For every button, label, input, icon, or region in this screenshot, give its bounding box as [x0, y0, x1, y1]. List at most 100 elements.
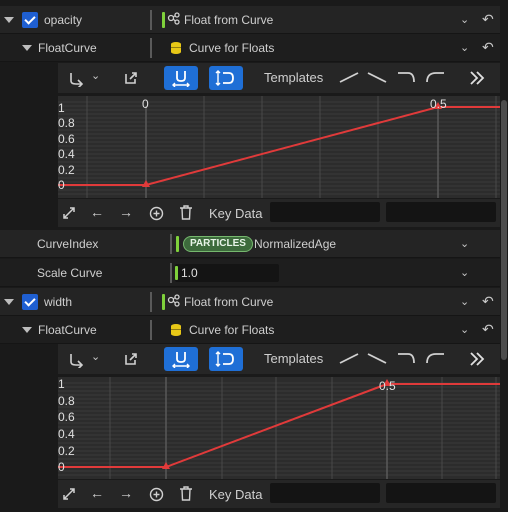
expand-triangle-icon[interactable]: [4, 17, 14, 23]
param-row-width: width Float from Curve ⌄ ↶: [0, 288, 500, 316]
expand-triangle-icon[interactable]: [22, 45, 32, 51]
curve-graph-canvas[interactable]: [58, 377, 500, 479]
y-axis-label: 0.8: [58, 394, 75, 408]
next-key-icon[interactable]: →: [119, 485, 133, 501]
column-divider: [150, 10, 152, 30]
double-chevron-right-icon[interactable]: [468, 69, 486, 87]
scale-curve-value[interactable]: 1.0: [181, 266, 198, 280]
chevron-down-icon[interactable]: ⌄: [91, 350, 100, 363]
template-ease-out-icon[interactable]: [424, 350, 446, 366]
curve-graph-opacity[interactable]: 1 0.8 0.6 0.4 0.2 0 0 0.5: [58, 96, 500, 198]
y-axis-label: 0.4: [58, 147, 75, 161]
param-name: width: [44, 295, 73, 309]
y-axis-label: 0.2: [58, 163, 75, 177]
open-external-icon[interactable]: [124, 352, 138, 366]
y-axis-label: 0.6: [58, 132, 75, 146]
reset-arrow-icon[interactable]: ↶: [482, 39, 494, 56]
curve-index-row: CurveIndex PARTICLES NormalizedAge ⌄: [0, 230, 500, 258]
reset-arrow-icon[interactable]: ↶: [482, 321, 494, 338]
add-key-icon[interactable]: [149, 206, 164, 221]
x-axis-label: 0.5: [430, 97, 447, 111]
fit-horizontal-button[interactable]: [164, 347, 198, 371]
zoom-to-fit-icon[interactable]: [62, 206, 76, 220]
chevron-down-icon[interactable]: ⌄: [460, 237, 469, 250]
chevron-down-icon[interactable]: ⌄: [460, 266, 469, 279]
template-linear-down-icon[interactable]: [366, 350, 388, 366]
scrollbar-thumb[interactable]: [501, 100, 507, 360]
module-label[interactable]: Float from Curve: [184, 295, 273, 309]
fit-horizontal-button[interactable]: [164, 66, 198, 90]
param-name: opacity: [44, 13, 83, 27]
database-icon: [171, 42, 181, 54]
fit-vertical-button[interactable]: [209, 347, 243, 371]
x-axis-label: 0.5: [379, 379, 396, 393]
template-ease-in-icon[interactable]: [396, 69, 418, 85]
key-data-bar: ← → Key Data: [58, 480, 500, 508]
module-color-bar: [162, 294, 165, 310]
fit-vertical-button[interactable]: [209, 66, 243, 90]
y-axis-label: 0: [58, 460, 65, 474]
template-ease-out-icon[interactable]: [424, 69, 446, 85]
y-axis-label: 1: [58, 377, 65, 391]
y-axis-label: 0.6: [58, 410, 75, 424]
y-axis-label: 0: [58, 178, 65, 192]
scale-curve-field[interactable]: 1.0: [175, 264, 279, 282]
chevron-down-icon[interactable]: ⌄: [91, 69, 100, 82]
curve-asset-value[interactable]: Curve for Floats: [189, 41, 274, 55]
chevron-down-icon[interactable]: ⌄: [460, 295, 469, 308]
previous-key-icon[interactable]: ←: [90, 485, 104, 501]
add-key-icon[interactable]: [149, 487, 164, 502]
reset-arrow-icon[interactable]: ↶: [482, 293, 494, 310]
database-icon: [171, 324, 181, 336]
y-axis-label: 1: [58, 101, 65, 115]
curve-graph-width[interactable]: 1 0.8 0.6 0.4 0.2 0 0.5: [58, 377, 500, 479]
y-axis-label: 0.2: [58, 444, 75, 458]
curve-index-label: CurveIndex: [37, 237, 99, 251]
zoom-to-fit-icon[interactable]: [62, 487, 76, 501]
curve-graph-canvas[interactable]: [58, 96, 500, 198]
chevron-down-icon[interactable]: ⌄: [460, 13, 469, 26]
width-enabled-checkbox[interactable]: [22, 294, 38, 310]
delete-key-icon[interactable]: [179, 205, 193, 221]
floatcurve-row: FloatCurve Curve for Floats ⌄ ↶: [0, 34, 500, 62]
curve-index-value[interactable]: NormalizedAge: [254, 237, 336, 251]
curve-asset-value[interactable]: Curve for Floats: [189, 323, 274, 337]
templates-label: Templates: [264, 70, 324, 85]
key-value-field[interactable]: [386, 202, 496, 222]
scale-curve-label: Scale Curve: [37, 266, 103, 280]
x-axis-label: 0: [142, 97, 149, 111]
template-linear-down-icon[interactable]: [366, 69, 388, 85]
key-data-bar: ← → Key Data: [58, 199, 500, 227]
key-time-field[interactable]: [270, 483, 380, 503]
chevron-down-icon[interactable]: ⌄: [460, 323, 469, 336]
template-linear-up-icon[interactable]: [338, 69, 360, 85]
chevron-down-icon[interactable]: ⌄: [460, 41, 469, 54]
template-ease-in-icon[interactable]: [396, 350, 418, 366]
curve-shape-icon[interactable]: [68, 350, 86, 368]
column-divider: [150, 292, 152, 312]
previous-key-icon[interactable]: ←: [90, 204, 104, 220]
key-time-field[interactable]: [270, 202, 380, 222]
key-data-label: Key Data: [209, 206, 263, 221]
key-value-field[interactable]: [386, 483, 496, 503]
next-key-icon[interactable]: →: [119, 204, 133, 220]
delete-key-icon[interactable]: [179, 486, 193, 502]
expand-triangle-icon[interactable]: [22, 327, 32, 333]
curve-row-label: FloatCurve: [38, 41, 97, 55]
curve-shape-icon[interactable]: [68, 69, 86, 87]
y-axis-label: 0.4: [58, 427, 75, 441]
module-label[interactable]: Float from Curve: [184, 13, 273, 27]
curve-module-icon: [167, 294, 180, 307]
column-divider: [170, 263, 172, 283]
binding-color-bar: [176, 236, 179, 252]
reset-arrow-icon[interactable]: ↶: [482, 11, 494, 28]
double-chevron-right-icon[interactable]: [468, 350, 486, 368]
param-row-opacity: opacity Float from Curve ⌄ ↶: [0, 6, 500, 34]
floatcurve-row: FloatCurve Curve for Floats ⌄ ↶: [0, 316, 500, 344]
column-divider: [170, 234, 172, 254]
expand-triangle-icon[interactable]: [4, 299, 14, 305]
template-linear-up-icon[interactable]: [338, 350, 360, 366]
open-external-icon[interactable]: [124, 71, 138, 85]
opacity-enabled-checkbox[interactable]: [22, 12, 38, 28]
y-axis-label: 0.8: [58, 116, 75, 130]
